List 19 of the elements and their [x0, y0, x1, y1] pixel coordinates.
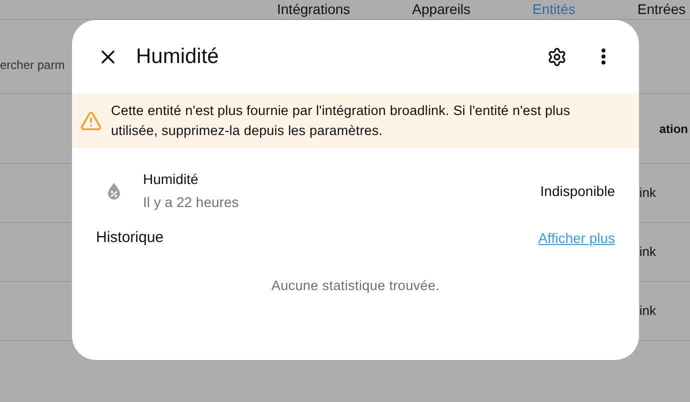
entity-name: Humidité — [143, 170, 200, 189]
settings-icon — [547, 46, 567, 66]
empty-message: Aucune statistique trouvée. — [271, 277, 440, 295]
history-title: Historique — [96, 228, 164, 248]
column-header: ation — [659, 120, 688, 138]
table-cell-text: ink — [639, 184, 656, 202]
water-drop-icon — [106, 182, 122, 200]
table-cell-text: ink — [639, 302, 656, 320]
nav-tab[interactable]: Appareils — [412, 0, 471, 20]
warning-text: Cette entité n'est plus fournie par l'intégration broadlink. Si l'entité n'est plus utilisée, supprimez-la depuis les paramètres. — [111, 102, 572, 140]
entity-time: Il y a 22 heures — [143, 193, 240, 212]
nav-tab[interactable]: Intégrations — [277, 0, 350, 20]
search-field[interactable]: ercher parm — [0, 56, 80, 74]
more-icon — [600, 48, 606, 65]
warning-icon — [80, 110, 102, 132]
table-cell-text: ink — [639, 243, 656, 262]
nav-tab[interactable]: Entrées — [637, 0, 686, 20]
dialog-title: Humidité — [136, 44, 220, 70]
entity-state: Indisponible — [540, 182, 615, 201]
